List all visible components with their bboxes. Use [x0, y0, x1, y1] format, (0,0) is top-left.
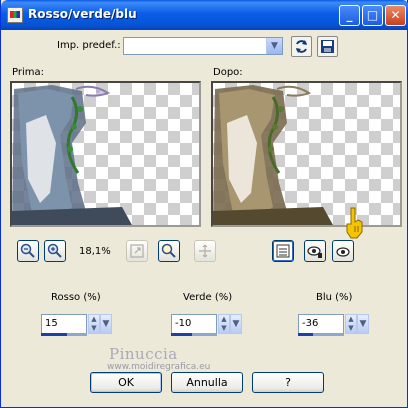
close-button[interactable]: ✕ [385, 5, 406, 26]
blue-dropdown[interactable]: ▼ [357, 314, 369, 334]
zoom-level: 18,1% [79, 246, 111, 257]
app-icon [7, 7, 23, 23]
proof-button[interactable] [304, 240, 326, 262]
proof-icon [307, 246, 322, 258]
dialog-window: Rosso/verde/blu _ □ ✕ Imp. predef.: ▼ Pr… [0, 0, 408, 408]
after-label: Dopo: [213, 67, 243, 78]
before-preview[interactable] [10, 81, 201, 227]
blue-spinner[interactable]: -36 ▲ ▼ ▼ [298, 314, 370, 336]
watermark-name: Pinuccia [109, 345, 178, 363]
green-dropdown[interactable]: ▼ [230, 314, 242, 334]
ok-button[interactable]: OK [90, 372, 162, 393]
blue-level-bar[interactable] [298, 333, 344, 336]
minimize-button[interactable]: _ [339, 5, 360, 26]
pan-button[interactable] [194, 240, 216, 262]
zoom-out-button[interactable] [17, 240, 39, 262]
auto-proof-icon [336, 247, 350, 257]
red-label: Rosso (%) [51, 292, 101, 303]
pointer-hand-icon [346, 207, 363, 239]
tree-image-before [12, 85, 132, 225]
red-stepper[interactable]: ▲ ▼ [88, 314, 100, 334]
maximize-icon: □ [366, 8, 379, 22]
split-view-icon [276, 244, 290, 258]
blue-value-input[interactable]: -36 [298, 314, 344, 334]
blue-stepper[interactable]: ▲ ▼ [345, 314, 357, 334]
zoom-in-icon [47, 243, 62, 258]
green-spinner[interactable]: -10 ▲ ▼ ▼ [171, 314, 243, 336]
before-label: Prima: [12, 67, 44, 78]
maximize-button[interactable]: □ [362, 5, 383, 26]
chevron-up-icon[interactable]: ▲ [219, 315, 229, 324]
cancel-button[interactable]: Annulla [171, 372, 243, 393]
chevron-down-icon: ▼ [359, 319, 367, 329]
split-view-button[interactable] [272, 240, 294, 262]
zoom-out-icon [20, 243, 35, 258]
watermark-url: www.moidiregrafica.eu [107, 362, 211, 372]
green-level-bar[interactable] [171, 333, 217, 336]
preset-combo[interactable]: ▼ [123, 37, 283, 55]
red-level-fill [41, 333, 68, 336]
chevron-down-icon[interactable]: ▼ [346, 324, 356, 333]
pan-icon [199, 244, 211, 258]
minimize-icon: _ [346, 8, 353, 22]
zoom-in-button[interactable] [44, 240, 66, 262]
tree-image-after [213, 85, 333, 225]
green-value-input[interactable]: -10 [171, 314, 217, 334]
after-preview[interactable] [211, 81, 402, 227]
fit-icon [130, 244, 144, 258]
red-spinner[interactable]: 15 ▲ ▼ ▼ [41, 314, 113, 336]
reset-icon [296, 40, 307, 53]
close-icon: ✕ [390, 8, 401, 22]
reset-preset-button[interactable] [291, 36, 312, 57]
red-level-bar[interactable] [41, 333, 87, 336]
zoom-100-button[interactable] [158, 240, 180, 262]
blue-label: Blu (%) [316, 292, 353, 303]
chevron-down-icon[interactable]: ▼ [266, 38, 282, 54]
chevron-down-icon: ▼ [232, 319, 240, 329]
blue-level-fill [298, 333, 313, 336]
window-title: Rosso/verde/blu [28, 7, 137, 21]
green-level-fill [171, 333, 192, 336]
preset-label: Imp. predef.: [57, 40, 121, 51]
chevron-down-icon: ▼ [102, 319, 110, 329]
green-label: Verde (%) [183, 292, 233, 303]
chevron-down-icon[interactable]: ▼ [89, 324, 99, 333]
save-preset-button[interactable] [317, 36, 338, 57]
green-stepper[interactable]: ▲ ▼ [218, 314, 230, 334]
help-button[interactable]: ? [252, 372, 324, 393]
red-dropdown[interactable]: ▼ [100, 314, 112, 334]
zoom-100-icon [161, 243, 176, 258]
red-value-input[interactable]: 15 [41, 314, 87, 334]
auto-proof-button[interactable] [332, 240, 354, 262]
chevron-up-icon[interactable]: ▲ [89, 315, 99, 324]
save-icon [321, 40, 334, 53]
chevron-down-icon[interactable]: ▼ [219, 324, 229, 333]
chevron-up-icon[interactable]: ▲ [346, 315, 356, 324]
title-bar[interactable]: Rosso/verde/blu _ □ ✕ [1, 0, 408, 30]
fit-button[interactable] [126, 240, 148, 262]
